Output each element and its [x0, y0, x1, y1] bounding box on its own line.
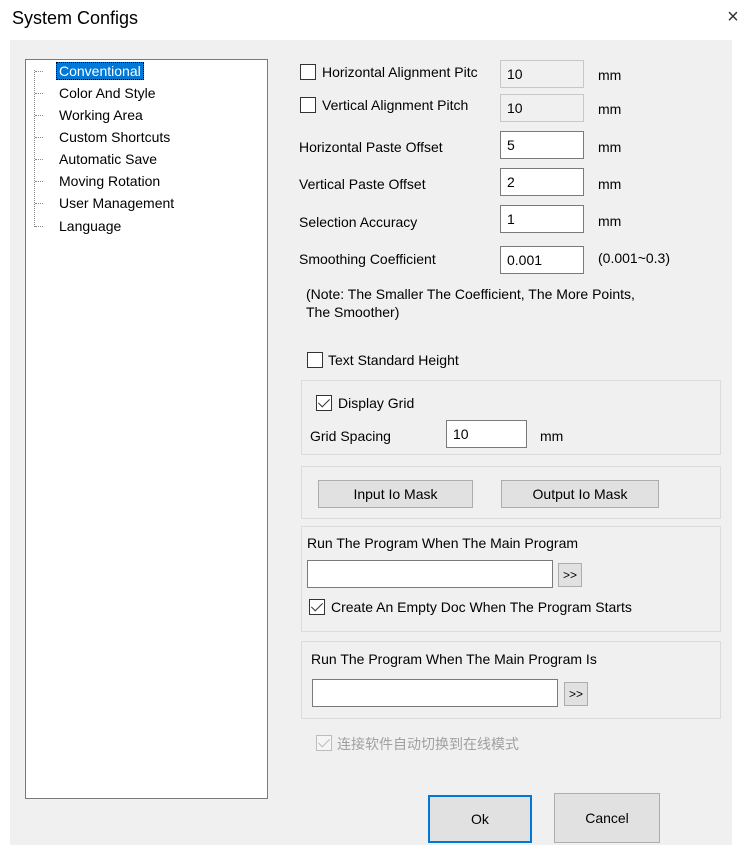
run-program-1-input[interactable]: [307, 560, 553, 588]
v-align-pitch-checkbox[interactable]: [300, 97, 316, 113]
online-mode-checkbox[interactable]: [316, 735, 332, 751]
h-align-pitch-unit: mm: [598, 67, 622, 83]
run-program-2-browse-button[interactable]: >>: [564, 682, 588, 706]
v-align-pitch-unit: mm: [598, 101, 622, 117]
grid-spacing-input[interactable]: 10: [446, 420, 527, 448]
online-mode-label: 连接软件自动切换到在线模式: [337, 737, 519, 753]
tree-item-automatic-save[interactable]: Automatic Save: [59, 149, 157, 169]
input-io-mask-button[interactable]: Input Io Mask: [318, 480, 473, 508]
display-grid-label: Display Grid: [338, 395, 415, 411]
tree-connector: [35, 181, 43, 182]
h-align-pitch-input[interactable]: 10: [500, 60, 584, 88]
cancel-button[interactable]: Cancel: [554, 793, 660, 843]
v-align-pitch-input[interactable]: 10: [500, 94, 584, 122]
empty-doc-label: Create An Empty Doc When The Program Sta…: [331, 599, 632, 615]
grid-spacing-unit: mm: [540, 428, 564, 444]
smoothing-note-line2: The Smoother): [306, 304, 400, 320]
output-io-mask-button[interactable]: Output Io Mask: [501, 480, 659, 508]
tree-item-custom-shortcuts[interactable]: Custom Shortcuts: [59, 127, 170, 147]
v-paste-offset-unit: mm: [598, 176, 622, 192]
selection-accuracy-input[interactable]: 1: [500, 205, 584, 233]
tree-item-user-management[interactable]: User Management: [59, 193, 174, 213]
smoothing-note-line1: (Note: The Smaller The Coefficient, The …: [306, 286, 635, 302]
close-icon[interactable]: ×: [722, 6, 744, 28]
dialog-title: System Configs: [12, 8, 139, 28]
empty-doc-checkbox[interactable]: [309, 599, 325, 615]
run-program-2-input[interactable]: [312, 679, 558, 707]
tree-connector: [35, 159, 43, 160]
selection-accuracy-unit: mm: [598, 213, 622, 229]
text-standard-height-checkbox[interactable]: [307, 352, 323, 368]
tree-item-language[interactable]: Language: [59, 216, 121, 236]
tree-item-moving-rotation[interactable]: Moving Rotation: [59, 171, 160, 191]
tree-item-conventional[interactable]: Conventional: [56, 61, 144, 81]
smoothing-coefficient-input[interactable]: 0.001: [500, 246, 584, 274]
ok-button[interactable]: Ok: [428, 795, 532, 843]
tree-connector: [35, 137, 43, 138]
tree-connector: [35, 203, 43, 204]
tree-item-label: Conventional: [56, 62, 144, 80]
run-program-2-label: Run The Program When The Main Program Is: [311, 651, 597, 667]
h-paste-offset-unit: mm: [598, 139, 622, 155]
h-align-pitch-label: Horizontal Alignment Pitc: [322, 64, 478, 80]
display-grid-checkbox[interactable]: [316, 395, 332, 411]
selection-accuracy-label: Selection Accuracy: [299, 214, 418, 230]
settings-tree[interactable]: Conventional Color And Style Working Are…: [25, 59, 268, 799]
tree-item-color-and-style[interactable]: Color And Style: [59, 83, 156, 103]
grid-spacing-label: Grid Spacing: [310, 428, 391, 444]
v-paste-offset-label: Vertical Paste Offset: [299, 176, 426, 192]
run-program-1-label: Run The Program When The Main Program: [307, 535, 579, 551]
smoothing-coefficient-range: (0.001~0.3): [598, 250, 670, 266]
tree-connector: [35, 115, 43, 116]
run-program-1-browse-button[interactable]: >>: [558, 563, 582, 587]
tree-connector: [35, 71, 43, 72]
v-paste-offset-input[interactable]: 2: [500, 168, 584, 196]
h-paste-offset-label: Horizontal Paste Offset: [299, 139, 443, 155]
text-standard-height-label: Text Standard Height: [328, 352, 459, 368]
tree-connector: [35, 226, 43, 227]
tree-item-working-area[interactable]: Working Area: [59, 105, 143, 125]
v-align-pitch-label: Vertical Alignment Pitch: [322, 97, 469, 113]
tree-connector: [35, 93, 43, 94]
h-paste-offset-input[interactable]: 5: [500, 131, 584, 159]
h-align-pitch-checkbox[interactable]: [300, 64, 316, 80]
smoothing-coefficient-label: Smoothing Coefficient: [299, 251, 436, 267]
